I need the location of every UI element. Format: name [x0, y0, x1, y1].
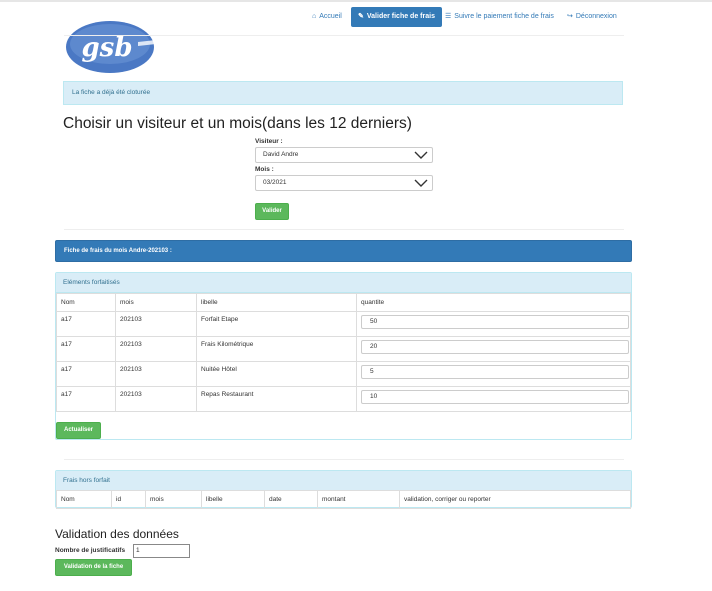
home-icon: ⌂ [312, 13, 317, 20]
logo-text: gsb [82, 33, 133, 63]
col-id: id [111, 490, 146, 509]
logout-icon: ↪ [567, 13, 573, 20]
month-select[interactable]: 03/2021 [255, 175, 433, 191]
table-row: a17 202103 Repas Restaurant 10 [56, 386, 631, 412]
month-label: Mois : [255, 166, 274, 173]
nav-deconnexion-label: Déconnexion [575, 13, 617, 20]
nav-accueil[interactable]: ⌂ Accueil [312, 7, 342, 27]
table-row: a17 202103 Forfait Etape 50 [56, 311, 631, 337]
cell-libelle: Nuitée Hôtel [196, 361, 357, 387]
cell-nom: a17 [56, 336, 116, 362]
list-icon: ☰ [445, 13, 452, 20]
col-mois: mois [115, 293, 197, 312]
hors-forfait-panel: Frais hors forfait Nom id mois libelle d… [55, 470, 632, 509]
cell-quantite: 20 [356, 336, 631, 362]
cell-nom: a17 [56, 386, 116, 412]
nav-suivre-paiement[interactable]: ☰ Suivre le paiement fiche de frais [445, 7, 554, 27]
col-libelle: libelle [196, 293, 357, 312]
col-libelle: libelle [201, 490, 265, 509]
month-select-value: 03/2021 [263, 179, 287, 186]
quantite-input[interactable]: 50 [361, 315, 629, 329]
cell-libelle: Forfait Etape [196, 311, 357, 337]
section-divider [64, 459, 624, 460]
justificatifs-label: Nombre de justificatifs [55, 547, 126, 554]
cell-mois: 202103 [115, 361, 197, 387]
cell-quantite: 10 [356, 386, 631, 412]
cell-mois: 202103 [115, 386, 197, 412]
top-nav: ⌂ Accueil ✎ Valider fiche de frais ☰ Suivre… [0, 7, 712, 27]
selection-title: Choisir un visiteur et un mois(dans les … [63, 115, 412, 132]
col-nom: Nom [56, 293, 116, 312]
chevron-down-icon [414, 179, 428, 187]
nav-suivre-paiement-label: Suivre le paiement fiche de frais [454, 13, 554, 20]
top-border [0, 0, 712, 2]
section-divider [64, 229, 624, 230]
cell-libelle: Frais Kilométrique [196, 336, 357, 362]
cell-nom: a17 [56, 361, 116, 387]
validate-fiche-button[interactable]: Validation de la fiche [55, 559, 132, 576]
closed-alert-text: La fiche a déjà été cloturée [72, 89, 151, 96]
fiche-title: Fiche de frais du mois Andre-202103 : [64, 248, 172, 254]
forfait-panel-title: Eléments forfaitisés [56, 273, 631, 293]
nav-divider [64, 35, 624, 36]
visitor-select[interactable]: David Andre [255, 147, 433, 163]
hors-forfait-panel-title: Frais hors forfait [56, 471, 631, 491]
cell-mois: 202103 [115, 336, 197, 362]
nav-deconnexion[interactable]: ↪ Déconnexion [567, 7, 617, 27]
selection-form: Visiteur : David Andre Mois : 03/2021 [255, 137, 433, 193]
pencil-icon: ✎ [358, 13, 364, 20]
visitor-label: Visiteur : [255, 138, 283, 145]
col-date: date [264, 490, 318, 509]
col-montant: montant [317, 490, 400, 509]
update-button[interactable]: Actualiser [56, 422, 101, 439]
justificatifs-input[interactable]: 1 [133, 544, 190, 558]
select-submit-button[interactable]: Valider [255, 203, 289, 220]
hors-forfait-header-row: Nom id mois libelle date montant validat… [56, 490, 631, 509]
col-validation: validation, corriger ou reporter [399, 490, 631, 509]
cell-mois: 202103 [115, 311, 197, 337]
table-row: a17 202103 Nuitée Hôtel 5 [56, 361, 631, 387]
nav-accueil-label: Accueil [319, 13, 342, 20]
forfait-panel: Eléments forfaitisés Nom mois libelle qu… [55, 272, 632, 440]
cell-libelle: Repas Restaurant [196, 386, 357, 412]
forfait-header-row: Nom mois libelle quantite [56, 293, 631, 312]
nav-valider-fiche[interactable]: ✎ Valider fiche de frais [351, 7, 442, 27]
col-mois: mois [145, 490, 202, 509]
validation-title: Validation des données [55, 527, 179, 541]
quantite-input[interactable]: 5 [361, 365, 629, 379]
table-row: a17 202103 Frais Kilométrique 20 [56, 336, 631, 362]
cell-quantite: 5 [356, 361, 631, 387]
visitor-select-value: David Andre [263, 151, 299, 158]
closed-alert: La fiche a déjà été cloturée [63, 81, 623, 105]
quantite-input[interactable]: 10 [361, 390, 629, 404]
col-nom: Nom [56, 490, 112, 509]
col-quantite: quantite [356, 293, 631, 312]
nav-valider-fiche-label: Valider fiche de frais [366, 13, 435, 20]
cell-quantite: 50 [356, 311, 631, 337]
quantite-input[interactable]: 20 [361, 340, 629, 354]
fiche-header: Fiche de frais du mois Andre-202103 : [55, 240, 632, 262]
chevron-down-icon [414, 151, 428, 159]
hors-forfait-table: Nom id mois libelle date montant validat… [56, 490, 631, 509]
cell-nom: a17 [56, 311, 116, 337]
forfait-table: Nom mois libelle quantite a17 202103 For… [56, 293, 631, 412]
